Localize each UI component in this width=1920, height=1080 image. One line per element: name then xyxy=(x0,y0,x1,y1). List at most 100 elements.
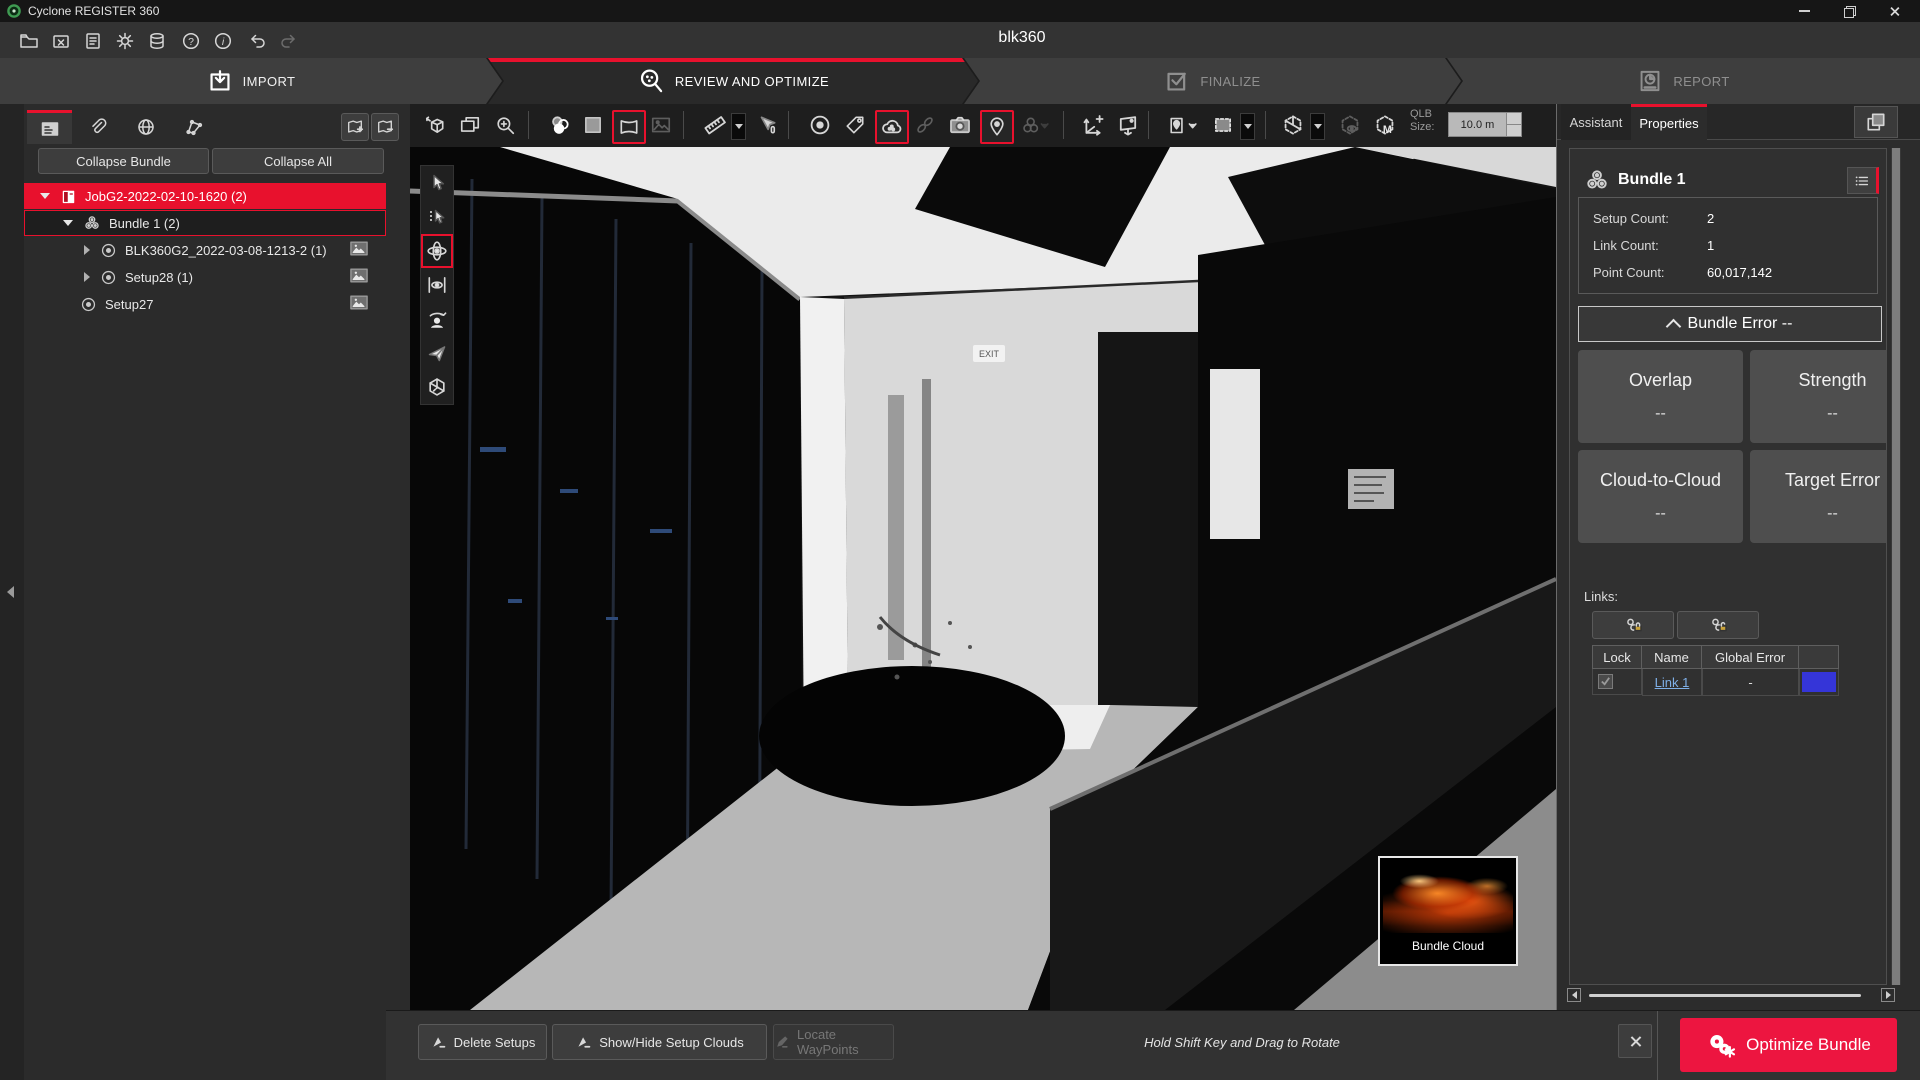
open-project-button[interactable] xyxy=(14,26,44,56)
tab-properties[interactable]: Properties xyxy=(1631,104,1707,140)
maximize-button[interactable] xyxy=(1834,0,1864,22)
redo-button[interactable] xyxy=(274,26,304,56)
expand-caret-icon[interactable] xyxy=(40,193,50,199)
expand-arrow-icon[interactable] xyxy=(84,245,90,255)
tree-row-setup-group[interactable]: BLK360G2_2022-03-08-1213-2 (1) xyxy=(24,237,386,263)
scroll-left-button[interactable] xyxy=(1567,988,1581,1002)
undo-button[interactable] xyxy=(242,26,272,56)
reports-button[interactable] xyxy=(78,26,108,56)
duplicate-view-button[interactable] xyxy=(455,110,485,140)
tree-row-job[interactable]: JobG2-2022-02-10-1620 (2) xyxy=(24,183,386,209)
stepper-buttons[interactable] xyxy=(1506,113,1521,136)
fly-tool-button[interactable] xyxy=(421,336,453,370)
expand-caret-icon[interactable] xyxy=(63,220,73,226)
show-hide-setup-clouds-button[interactable]: Show/Hide Setup Clouds xyxy=(552,1024,767,1060)
setup-image-icon[interactable] xyxy=(350,268,368,283)
expand-arrow-icon[interactable] xyxy=(84,272,90,282)
settings-button[interactable] xyxy=(110,26,140,56)
limit-box-visibility-button[interactable] xyxy=(1335,110,1365,140)
color-mode-button[interactable] xyxy=(545,110,575,140)
limit-box-dropdown[interactable] xyxy=(1310,113,1325,140)
image-view-button[interactable] xyxy=(646,110,676,140)
sidebar-tab-project-tree[interactable] xyxy=(27,110,72,144)
setup-image-icon[interactable] xyxy=(350,295,368,310)
sidebar-tab-attachments[interactable] xyxy=(75,110,120,144)
tab-finalize[interactable]: FINALIZE xyxy=(964,58,1461,104)
column-header-global-error[interactable]: Global Error xyxy=(1702,645,1799,669)
lock-checkbox[interactable] xyxy=(1598,674,1613,689)
unlock-links-button[interactable] xyxy=(1677,611,1759,639)
link-color-cell[interactable] xyxy=(1799,669,1839,696)
look-around-tool-button[interactable] xyxy=(421,302,453,336)
tab-import[interactable]: IMPORT xyxy=(0,58,502,104)
orbit-tool-button[interactable] xyxy=(421,234,453,268)
limit-box-manager-button[interactable]: M xyxy=(1370,110,1400,140)
tree-row-setup27[interactable]: Setup27 xyxy=(24,291,386,317)
dismiss-hint-button[interactable] xyxy=(1618,1024,1652,1058)
sidebar-tab-geotags[interactable] xyxy=(123,110,168,144)
link-color-swatch[interactable] xyxy=(1802,672,1836,692)
image-plane-button[interactable] xyxy=(1113,110,1143,140)
tree-row-setup28[interactable]: Setup28 (1) xyxy=(24,264,386,290)
panel-vertical-scrollbar[interactable] xyxy=(1891,148,1901,985)
zoom-region-button[interactable] xyxy=(490,110,520,140)
solid-color-button[interactable] xyxy=(578,110,608,140)
measure-dropdown[interactable] xyxy=(731,113,746,140)
link-lock-cell[interactable] xyxy=(1592,669,1642,695)
column-header-lock[interactable]: Lock xyxy=(1592,645,1642,669)
tab-assistant[interactable]: Assistant xyxy=(1561,104,1631,140)
link-name-cell[interactable]: Link 1 xyxy=(1642,669,1702,696)
bundle-cloud-thumbnail[interactable]: Bundle Cloud xyxy=(1378,856,1518,966)
bundle-list-button[interactable] xyxy=(1847,167,1879,194)
delete-setups-button[interactable]: Delete Setups xyxy=(418,1024,547,1060)
column-header-color[interactable] xyxy=(1799,645,1839,669)
select-tool-button[interactable] xyxy=(421,166,453,200)
sidebar-collapse-handle[interactable] xyxy=(7,586,14,598)
panel-horizontal-scrollbar[interactable] xyxy=(1567,988,1903,1003)
bundle-view-dropdown-button[interactable] xyxy=(1015,110,1055,140)
lock-links-button[interactable] xyxy=(1592,611,1674,639)
show-waypoints-button[interactable] xyxy=(980,110,1014,144)
setup-image-icon[interactable] xyxy=(350,241,368,256)
multi-select-tool-button[interactable] xyxy=(421,200,453,234)
extract-setup-button[interactable] xyxy=(420,110,450,140)
tab-report[interactable]: REPORT xyxy=(1447,58,1920,104)
annotation-map-button[interactable] xyxy=(1163,110,1203,140)
about-button[interactable]: i xyxy=(208,26,238,56)
minimize-button[interactable] xyxy=(1789,0,1819,22)
tree-row-bundle[interactable]: Bundle 1 (2) xyxy=(24,210,386,236)
show-links-button[interactable] xyxy=(910,110,940,140)
collapse-bundle-button[interactable]: Collapse Bundle xyxy=(38,148,209,174)
column-header-name[interactable]: Name xyxy=(1642,645,1702,669)
selection-tool-button[interactable] xyxy=(1208,110,1238,140)
show-images-button[interactable] xyxy=(945,110,975,140)
help-button[interactable]: ? xyxy=(176,26,206,56)
measure-button[interactable] xyxy=(700,110,730,140)
tab-review-and-optimize[interactable]: REVIEW AND OPTIMIZE xyxy=(488,58,978,104)
show-clouds-button[interactable] xyxy=(875,110,909,144)
show-labels-button[interactable] xyxy=(840,110,870,140)
remove-from-bundle-button[interactable] xyxy=(371,113,399,141)
close-project-button[interactable] xyxy=(46,26,76,56)
add-coordinates-button[interactable] xyxy=(1078,110,1108,140)
add-to-bundle-button[interactable] xyxy=(341,113,369,141)
scroll-right-button[interactable] xyxy=(1881,988,1895,1002)
optimize-bundle-button[interactable]: Optimize Bundle xyxy=(1680,1018,1897,1072)
locate-waypoints-button[interactable]: Locate WayPoints xyxy=(773,1024,894,1060)
limit-box-button[interactable] xyxy=(1278,110,1308,140)
panorama-view-button[interactable] xyxy=(612,110,646,144)
selection-tool-dropdown[interactable] xyxy=(1240,113,1255,140)
sidebar-tab-sitemap[interactable] xyxy=(171,110,216,144)
scrollbar-thumb[interactable] xyxy=(1892,148,1900,985)
link-1-link[interactable]: Link 1 xyxy=(1655,675,1690,690)
view-cube-tool-button[interactable] xyxy=(421,370,453,404)
scrollbar-thumb[interactable] xyxy=(1589,994,1861,997)
panel-collapse-button[interactable] xyxy=(1854,106,1898,138)
bundle-error-header-button[interactable]: Bundle Error -- xyxy=(1578,306,1882,342)
collapse-all-button[interactable]: Collapse All xyxy=(212,148,384,174)
qlb-size-stepper[interactable]: 10.0 m xyxy=(1448,112,1522,137)
constrained-orbit-tool-button[interactable] xyxy=(421,268,453,302)
show-setups-button[interactable] xyxy=(805,110,835,140)
close-button[interactable] xyxy=(1878,0,1910,22)
point-info-button[interactable] xyxy=(752,110,782,140)
